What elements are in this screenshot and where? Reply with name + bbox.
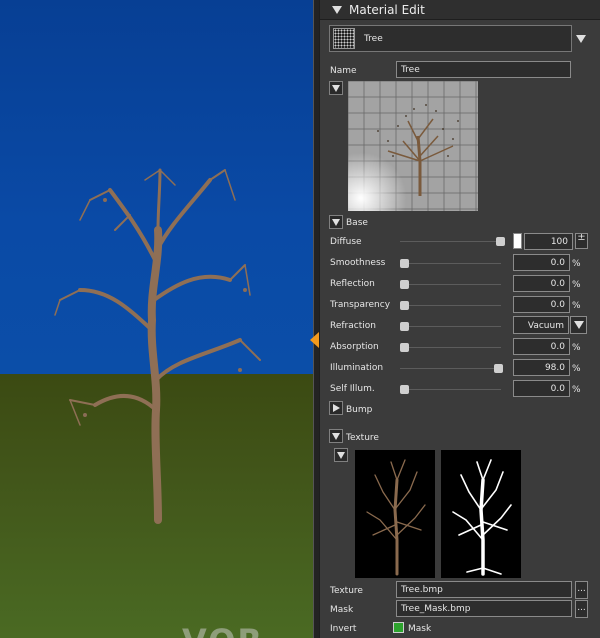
refraction-label: Refraction [330,321,376,331]
collapse-panel-icon[interactable] [332,6,342,14]
invert-mask-checkbox[interactable] [393,622,404,633]
smoothness-unit: % [572,259,581,269]
illumination-slider-thumb[interactable] [494,364,503,373]
name-input[interactable]: Tree [396,61,571,78]
mask-file-input[interactable]: Tree_Mask.bmp [396,600,572,617]
self-illum-label: Self Illum. [330,384,375,394]
illumination-value-input[interactable]: 98.0 [513,359,570,376]
chevron-down-icon [332,432,340,440]
texture-file-label: Texture [330,586,363,596]
base-section-toggle[interactable] [329,215,343,229]
diffuse-stepper-button[interactable]: ± [575,233,588,249]
texture-image-preview [355,450,435,578]
transparency-label: Transparency [330,300,391,310]
preview-grid [348,81,478,211]
tree-texture-image [366,459,426,576]
diffuse-slider-thumb[interactable] [496,237,505,246]
mask-browse-button[interactable]: ... [575,600,588,618]
texture-browse-button[interactable]: ... [575,581,588,599]
reflection-value-input[interactable]: 0.0 [513,275,570,292]
texture-preview-toggle[interactable] [334,448,348,462]
diffuse-label: Diffuse [330,237,362,247]
chevron-down-icon [337,451,345,459]
reflection-label: Reflection [330,279,375,289]
self-illum-slider-track[interactable] [400,389,501,390]
splitter-handle-icon[interactable] [310,332,319,348]
panel-title: Material Edit [349,3,425,17]
bump-section-toggle[interactable] [329,401,343,415]
3d-viewport[interactable]: VOR [0,0,313,638]
mask-file-label: Mask [330,605,354,615]
illumination-slider-track[interactable] [400,368,501,369]
diffuse-slider-track[interactable] [400,241,501,242]
smoothness-slider-thumb[interactable] [400,259,409,268]
transparency-slider-thumb[interactable] [400,301,409,310]
refraction-slider-track[interactable] [400,326,501,327]
chevron-down-icon [573,321,584,329]
absorption-slider-track[interactable] [400,347,501,348]
material-edit-panel: Material Edit Tree Name Tree Base Diffus… [319,0,600,638]
illumination-label: Illumination [330,363,384,373]
panel-header[interactable]: Material Edit [320,0,600,20]
name-label: Name [330,66,357,76]
chevron-down-icon [332,84,340,92]
material-dropdown-button[interactable] [573,26,589,51]
self-illum-value-input[interactable]: 0.0 [513,380,570,397]
transparency-value-input[interactable]: 0.0 [513,296,570,313]
material-selector-value: Tree [364,34,383,44]
chevron-down-icon [332,218,340,226]
reflection-slider-track[interactable] [400,284,501,285]
chevron-down-icon [576,34,586,43]
illumination-unit: % [572,364,581,374]
smoothness-slider-track[interactable] [400,263,501,264]
chevron-right-icon [332,404,340,412]
smoothness-label: Smoothness [330,258,386,268]
reflection-slider-thumb[interactable] [400,280,409,289]
absorption-label: Absorption [330,342,379,352]
texture-section-label: Texture [346,433,379,443]
tree-mask-image [452,459,512,576]
base-section-label: Base [346,218,368,228]
refraction-preset-select[interactable]: Vacuum [513,316,569,334]
reflection-unit: % [572,280,581,290]
absorption-unit: % [572,343,581,353]
smoothness-value-input[interactable]: 0.0 [513,254,570,271]
absorption-value-input[interactable]: 0.0 [513,338,570,355]
absorption-slider-thumb[interactable] [400,343,409,352]
material-thumbnail [333,28,355,49]
viewport-watermark: VOR [182,622,264,638]
self-illum-unit: % [572,385,581,395]
material-preview [348,81,478,211]
transparency-unit: % [572,301,581,311]
invert-label: Invert [330,624,357,634]
tree-model [54,168,261,524]
texture-file-input[interactable]: Tree.bmp [396,581,572,598]
self-illum-slider-thumb[interactable] [400,385,409,394]
preview-toggle[interactable] [329,81,343,95]
refraction-dropdown-button[interactable] [570,316,587,334]
diffuse-value-input[interactable]: 100 [524,233,573,250]
bump-section-label: Bump [346,405,373,415]
material-selector[interactable]: Tree [329,25,572,52]
mask-image-preview [441,450,521,578]
transparency-slider-track[interactable] [400,305,501,306]
texture-section-toggle[interactable] [329,429,343,443]
diffuse-color-swatch[interactable] [513,233,522,249]
refraction-slider-thumb[interactable] [400,322,409,331]
invert-mask-label: Mask [408,624,432,634]
